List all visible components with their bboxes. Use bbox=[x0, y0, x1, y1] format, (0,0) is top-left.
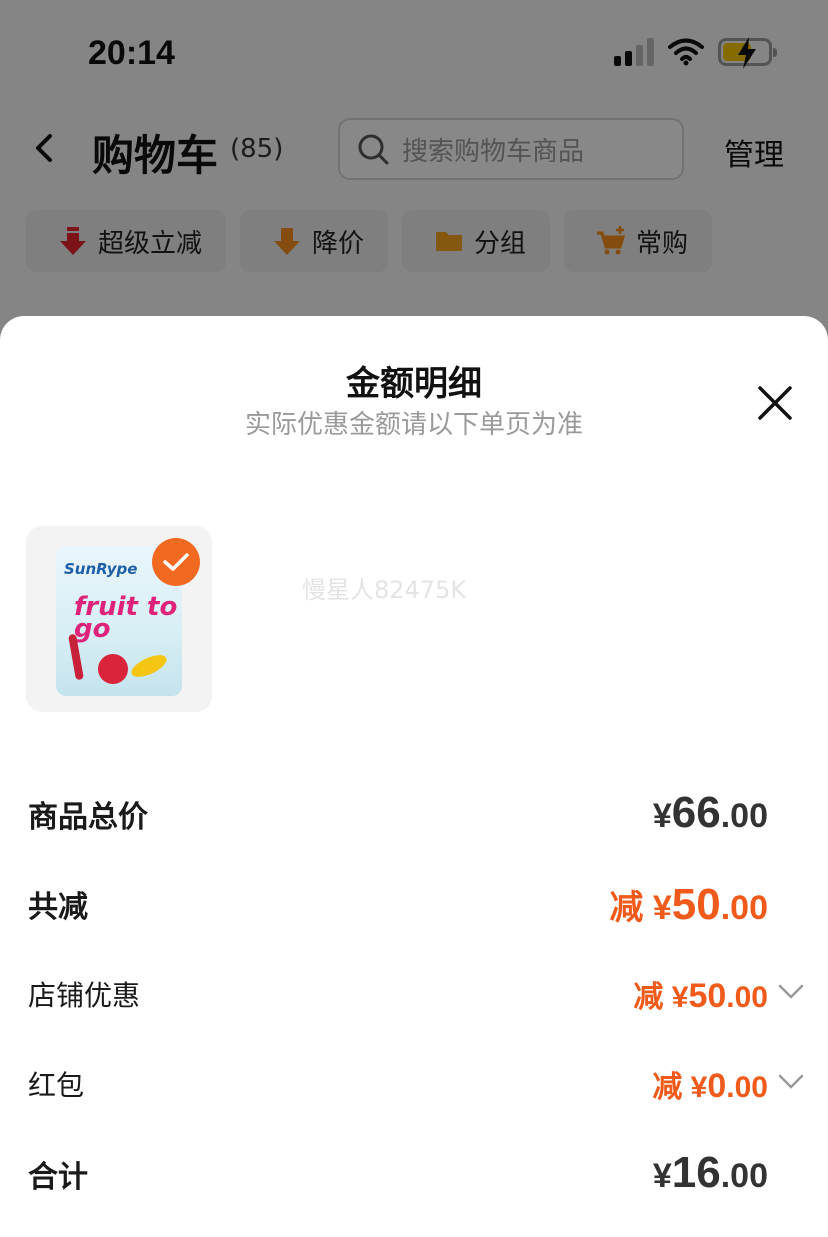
total-discount-label: 共减 bbox=[28, 890, 88, 925]
watermark-text: 慢星人82475K bbox=[302, 576, 467, 604]
product-brand-logo: SunRype bbox=[64, 560, 138, 578]
sheet-title: 金额明细 bbox=[346, 364, 482, 404]
amount-detail-sheet: 金额明细 实际优惠金额请以下单页为准 SunRype fruit to go 慢… bbox=[0, 316, 828, 1237]
red-packet-value: 减 ¥0.00 bbox=[652, 1067, 768, 1105]
goods-total-label: 商品总价 bbox=[28, 800, 148, 835]
chevron-down-icon[interactable] bbox=[778, 984, 804, 1000]
total-discount-value: 减 ¥50.00 bbox=[609, 880, 768, 929]
chevron-down-icon[interactable] bbox=[778, 1074, 804, 1090]
product-name-logo: fruit to go bbox=[74, 592, 178, 644]
total-value: ¥16.00 bbox=[652, 1148, 768, 1197]
close-icon[interactable] bbox=[756, 384, 794, 422]
shop-discount-value: 减 ¥50.00 bbox=[633, 977, 768, 1015]
red-packet-label: 红包 bbox=[28, 1069, 85, 1102]
shop-discount-label: 店铺优惠 bbox=[28, 979, 141, 1012]
total-label: 合计 bbox=[28, 1160, 88, 1195]
goods-total-value: ¥66.00 bbox=[652, 788, 768, 837]
product-check-icon[interactable] bbox=[152, 538, 200, 586]
sheet-subtitle: 实际优惠金额请以下单页为准 bbox=[244, 410, 583, 440]
